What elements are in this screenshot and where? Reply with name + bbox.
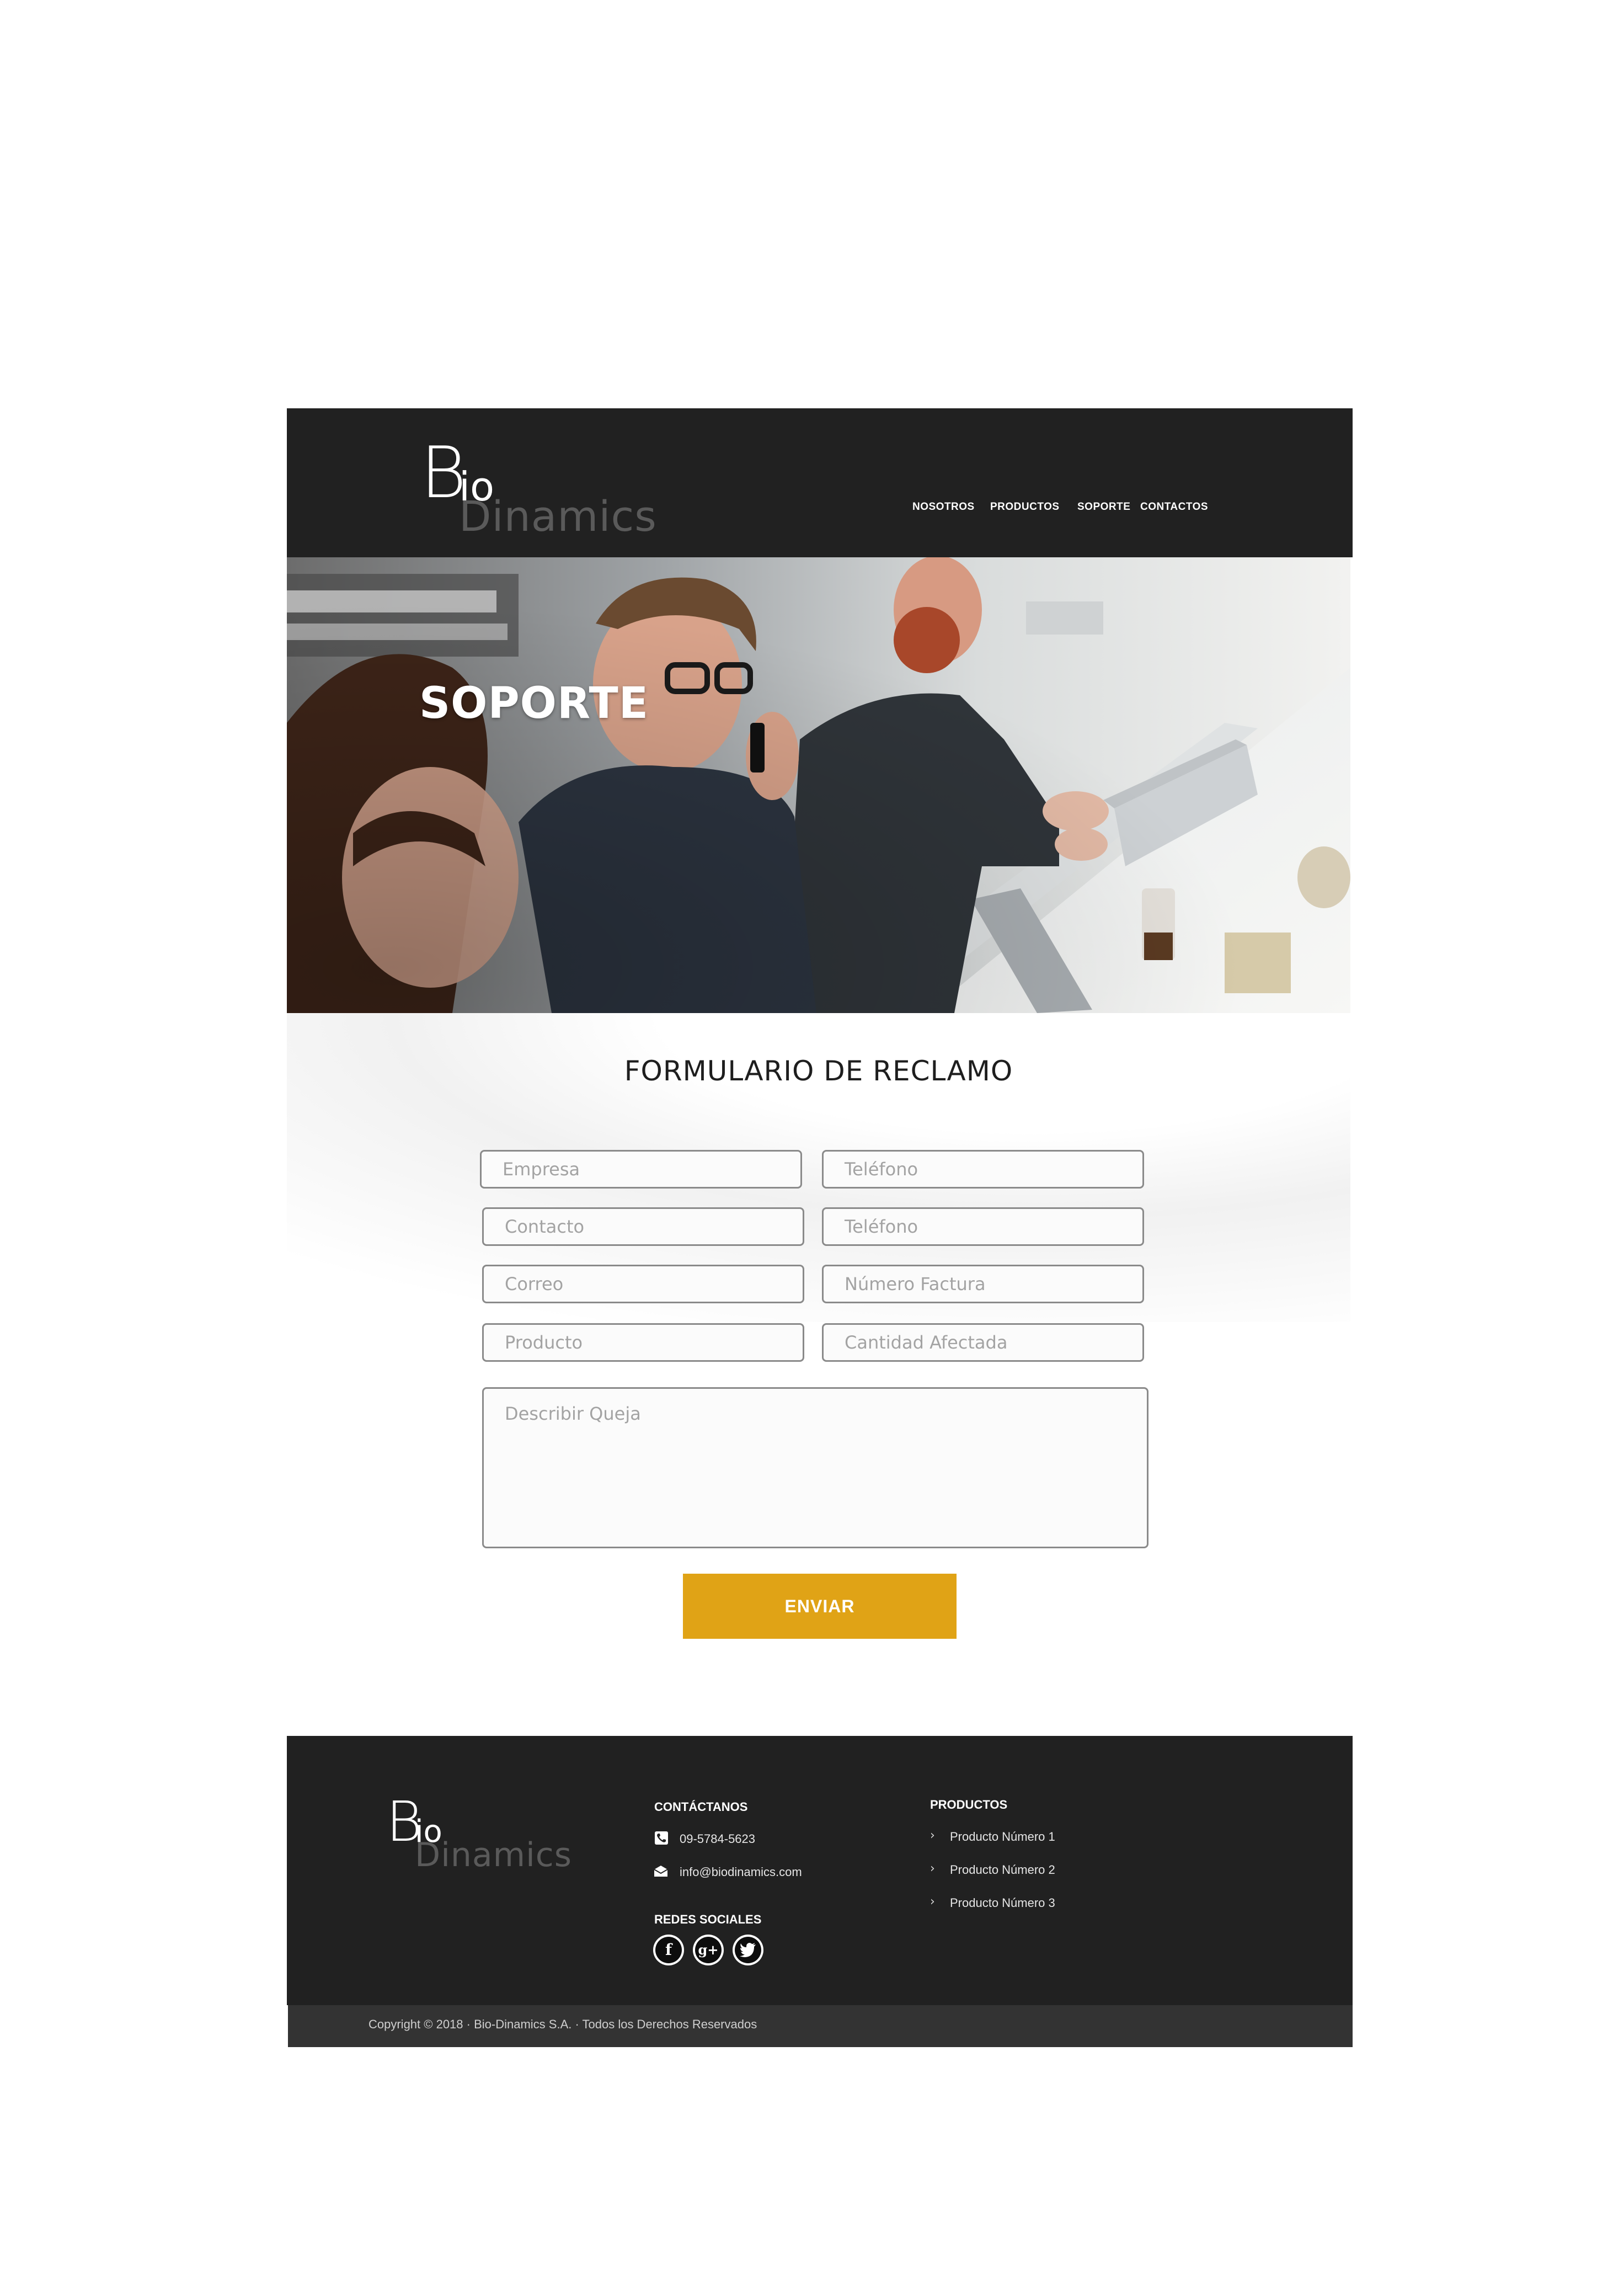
twitter-icon: [735, 1937, 761, 1963]
googleplus-link[interactable]: g+: [693, 1935, 724, 1965]
form-title: FORMULARIO DE RECLAMO: [624, 1055, 1013, 1087]
contact-heading: CONTÁCTANOS: [654, 1800, 748, 1814]
producto-field[interactable]: Producto: [482, 1323, 804, 1362]
facebook-link[interactable]: f: [653, 1935, 684, 1965]
social-heading: REDES SOCIALES: [654, 1912, 762, 1926]
hero-title: SOPORTE: [419, 679, 649, 728]
describir-queja-textarea[interactable]: Describir Queja: [482, 1387, 1148, 1548]
nav-nosotros[interactable]: NOSOTROS: [912, 501, 975, 513]
logo-dinamics: Dinamics: [459, 492, 657, 541]
correo-field[interactable]: Correo: [482, 1265, 804, 1303]
footer-product-2[interactable]: Producto Número 2: [950, 1863, 1055, 1877]
empresa-field[interactable]: Empresa: [480, 1150, 802, 1189]
copyright-bar: Copyright © 2018 · Bio-Dinamics S.A. · T…: [288, 2005, 1353, 2047]
products-heading: PRODUCTOS: [930, 1798, 1008, 1812]
footer-phone[interactable]: 09-5784-5623: [680, 1832, 755, 1846]
footer-product-3[interactable]: Producto Número 3: [950, 1896, 1055, 1910]
footer-logo[interactable]: B io Dinamics: [383, 1794, 573, 1883]
googleplus-icon: g+: [695, 1937, 722, 1963]
footer-logo-dinamics: Dinamics: [415, 1836, 573, 1874]
site-header: B io Dinamics NOSOTROS PRODUCTOS SOPORTE…: [287, 408, 1353, 557]
telefono-field-2[interactable]: Teléfono: [822, 1207, 1144, 1246]
chevron-right-icon: ›: [930, 1829, 935, 1842]
enviar-button[interactable]: ENVIAR: [683, 1574, 957, 1639]
hero-banner: SOPORTE: [287, 557, 1350, 1013]
chevron-right-icon: ›: [930, 1895, 935, 1909]
numero-factura-field[interactable]: Número Factura: [822, 1265, 1144, 1303]
facebook-icon: f: [655, 1937, 682, 1963]
copyright-text: Copyright © 2018 · Bio-Dinamics S.A. · T…: [368, 2017, 757, 2031]
phone-icon: [655, 1831, 668, 1845]
footer-product-1[interactable]: Producto Número 1: [950, 1830, 1055, 1844]
contacto-field[interactable]: Contacto: [482, 1207, 804, 1246]
nav-soporte[interactable]: SOPORTE: [1077, 501, 1130, 513]
nav-contactos[interactable]: CONTACTOS: [1140, 501, 1208, 513]
footer-email[interactable]: info@biodinamics.com: [680, 1865, 802, 1879]
nav-productos[interactable]: PRODUCTOS: [990, 501, 1060, 513]
mail-icon: [654, 1866, 668, 1877]
telefono-field-1[interactable]: Teléfono: [822, 1150, 1144, 1189]
chevron-right-icon: ›: [930, 1862, 935, 1876]
cantidad-afectada-field[interactable]: Cantidad Afectada: [822, 1323, 1144, 1362]
twitter-link[interactable]: [733, 1935, 763, 1965]
header-logo[interactable]: B io Dinamics: [410, 435, 656, 545]
site-footer: B io Dinamics CONTÁCTANOS 09-5784-5623 i…: [287, 1736, 1353, 2005]
hero-office-photo: [287, 557, 1350, 1013]
